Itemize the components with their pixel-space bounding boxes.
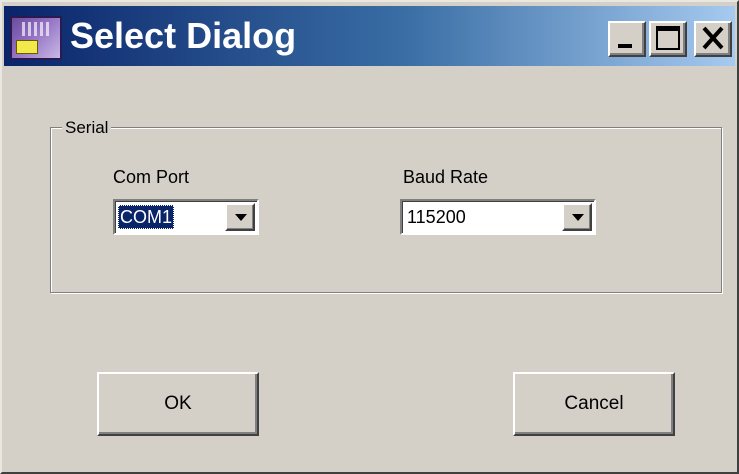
baud-rate-label: Baud Rate (403, 167, 489, 187)
baud-rate-dropdown-button[interactable] (562, 203, 592, 231)
serial-group-label: Serial (62, 118, 112, 138)
com-port-combobox[interactable]: COM1 (113, 199, 259, 235)
minimize-button[interactable] (608, 21, 646, 57)
chevron-down-icon (572, 214, 584, 221)
cancel-button[interactable]: Cancel (513, 372, 675, 436)
ok-button[interactable]: OK (97, 372, 259, 436)
com-port-dropdown-button[interactable] (225, 203, 255, 231)
window-title: Select Dialog (70, 15, 297, 56)
title-bar[interactable]: Select Dialog (4, 6, 735, 66)
minimize-icon (618, 44, 632, 48)
chevron-down-icon (235, 214, 247, 221)
com-port-value: COM1 (118, 205, 175, 229)
baud-rate-combobox[interactable]: 115200 (400, 199, 596, 235)
close-icon (702, 26, 724, 50)
com-port-label: Com Port (113, 167, 190, 187)
select-dialog-window: Select Dialog Serial Com Port COM1 Baud … (0, 0, 739, 474)
maximize-icon (656, 26, 680, 50)
close-button[interactable] (694, 21, 732, 57)
app-icon (10, 16, 62, 60)
baud-rate-value: 115200 (407, 207, 466, 227)
maximize-button[interactable] (649, 21, 687, 57)
